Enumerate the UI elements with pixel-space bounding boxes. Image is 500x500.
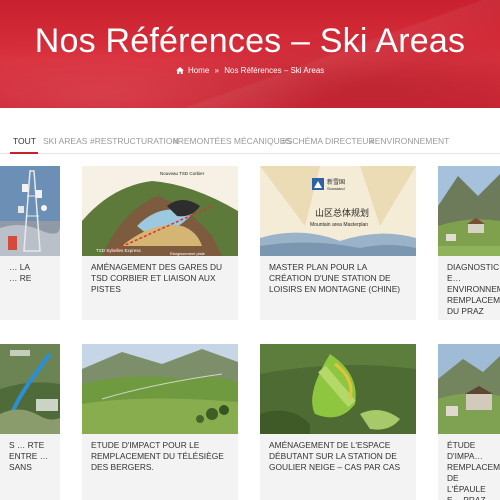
project-title: AMÉNAGEMENT DE L'ESPACE DÉBUTANT SUR LA … — [260, 434, 416, 500]
home-icon — [175, 67, 184, 74]
page-title: Nos Références – Ski Areas — [34, 22, 466, 60]
filter-tabs: TOUT SKI AREAS #RESTRUCTURATION #REMONTÉ… — [0, 130, 500, 154]
project-image-route-map — [0, 344, 60, 434]
project-card[interactable]: AMÉNAGEMENT DE L'ESPACE DÉBUTANT SUR LA … — [260, 344, 416, 500]
breadcrumb-separator: » — [214, 66, 219, 75]
active-filter-indicator — [10, 152, 38, 154]
project-image-snowland: 新雪国 Snowland 山区总体规划 Mountain area Master… — [260, 166, 416, 256]
label-tsd-sybelles: TSD Sybelles Express — [96, 248, 142, 253]
project-image-resort — [438, 344, 500, 434]
filter-schema-directeur[interactable]: #SCHÉMA DIRECTEUR — [282, 136, 375, 146]
filter-environnement[interactable]: #ENVIRONNEMENT — [370, 136, 449, 146]
breadcrumb-current: Nos Références – Ski Areas — [224, 66, 325, 75]
filter-ski-areas[interactable]: SKI AREAS — [43, 136, 87, 146]
masterplan-heading-en: Mountain area Masterplan — [310, 222, 368, 228]
project-title: MASTER PLAN POUR LA CRÉATION D'UNE STATI… — [260, 256, 416, 320]
logo-en: Snowland — [327, 186, 345, 191]
page-hero: Nos Références – Ski Areas Home » Nos Ré… — [0, 0, 500, 108]
label-new-tsd: Nouveau TSD Corbier — [160, 171, 205, 176]
project-image-green-valley — [82, 344, 238, 434]
project-card[interactable]: ÉTUDE D'IMPA… REMPLACEME… DE L'ÉPAULE E…… — [438, 344, 500, 500]
project-title: DIAGNOSTIC E… ENVIRONNEME… REMPLACEME… D… — [438, 256, 500, 320]
project-title: AMÉNAGEMENT DES GARES DU TSD CORBIER ET … — [82, 256, 238, 320]
breadcrumb: Home » Nos Références – Ski Areas — [0, 66, 500, 75]
project-card[interactable]: ETUDE D'IMPACT POUR LE REMPLACEMENT DU T… — [82, 344, 238, 500]
project-card[interactable]: 新雪国 Snowland 山区总体规划 Mountain area Master… — [260, 166, 416, 320]
project-card[interactable]: … la … re — [0, 166, 60, 320]
project-card[interactable]: DIAGNOSTIC E… ENVIRONNEME… REMPLACEME… D… — [438, 166, 500, 320]
filter-tout[interactable]: TOUT — [13, 136, 36, 146]
project-title: … la … re — [0, 256, 60, 320]
masterplan-heading-cn: 山区总体规划 — [315, 207, 369, 219]
breadcrumb-home-link[interactable]: Home — [188, 66, 209, 75]
project-image-beginner-area — [260, 344, 416, 434]
project-title: ETUDE D'IMPACT POUR LE REMPLACEMENT DU T… — [82, 434, 238, 500]
project-image-antenna — [0, 166, 60, 256]
project-image-alpine-village — [438, 166, 500, 256]
project-card[interactable]: Nouveau TSD Corbier TSD Sybelles Express… — [82, 166, 238, 320]
filter-restructuration[interactable]: #RESTRUCTURATION — [90, 136, 179, 146]
project-title: S … RTE ENTRE … SANS — [0, 434, 60, 500]
logo-cn: 新雪国 — [327, 178, 345, 186]
project-title: ÉTUDE D'IMPA… REMPLACEME… DE L'ÉPAULE E…… — [438, 434, 500, 500]
project-card[interactable]: S … RTE ENTRE … SANS — [0, 344, 60, 500]
project-image-mountain-model: Nouveau TSD Corbier TSD Sybelles Express… — [82, 166, 238, 256]
filter-remontees-mecaniques[interactable]: #REMONTÉES MÉCANIQUES — [173, 136, 291, 146]
